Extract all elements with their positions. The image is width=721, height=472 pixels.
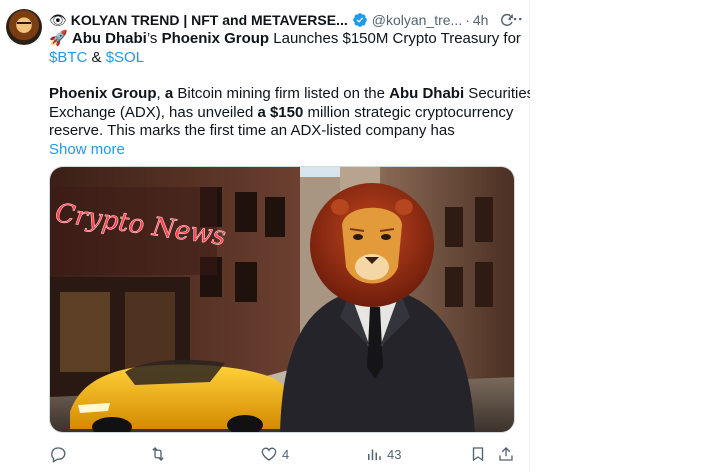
views-chart-icon: [368, 449, 381, 460]
views-count: 43: [387, 446, 402, 462]
para-bold-phoenix: Phoenix Group: [49, 85, 157, 102]
tweet-header: 👁 KOLYAN TREND | NFT and METAVERSE... @k…: [49, 10, 524, 30]
timestamp[interactable]: 4h: [473, 12, 489, 28]
bookmark-icon: [472, 447, 484, 462]
reply-icon: [51, 447, 66, 463]
eye-emoji: 👁: [49, 11, 67, 28]
para-line-1: Phoenix Group, a Bitcoin mining firm lis…: [49, 85, 534, 104]
para-line-3: reserve. This marks the first time an AD…: [49, 122, 455, 139]
headline-text: ’s: [146, 30, 162, 47]
display-name[interactable]: KOLYAN TREND | NFT and METAVERSE...: [71, 12, 348, 28]
para-line-2: Exchange (ADX), has unveiled a $150 mill…: [49, 104, 519, 123]
tweet-image[interactable]: Crypto News: [49, 166, 515, 433]
avatar[interactable]: [6, 9, 42, 45]
para-text: Exchange (ADX), has unveiled: [49, 103, 258, 121]
headline-text-rest: Launches $150M Crypto Treasury for: [269, 30, 521, 47]
like-button[interactable]: 4: [260, 444, 289, 464]
cashtag-sol[interactable]: $SOL: [106, 49, 144, 66]
like-count: 4: [282, 446, 290, 462]
cashtag-separator: &: [87, 48, 106, 66]
para-text: Securities: [464, 85, 535, 102]
cashtag-btc[interactable]: $BTC: [49, 49, 87, 66]
para-text: Bitcoin mining firm listed on the: [173, 85, 390, 102]
tweet-actions: 4 43: [49, 444, 519, 464]
empty-right-panel: [530, 0, 721, 472]
para-bold-amount: a $150: [257, 103, 304, 121]
rocket-emoji: 🚀: [49, 30, 68, 47]
neon-sign: Crypto News: [52, 187, 228, 275]
headline-line: 🚀 Abu Dhabi’s Phoenix Group Launches $15…: [49, 30, 521, 49]
user-handle[interactable]: @kolyan_tre...: [372, 12, 462, 28]
retweet-button[interactable]: [149, 444, 171, 464]
views-button[interactable]: 43: [365, 444, 401, 464]
share-icon: [499, 447, 513, 461]
show-more-link[interactable]: Show more: [49, 141, 519, 160]
headline-bold-phoenix: Phoenix Group: [161, 30, 270, 47]
retweet-icon: [152, 447, 164, 461]
headline-bold-abu-dhabi: Abu Dhabi: [71, 30, 147, 47]
para-bold-a: a: [164, 85, 174, 102]
reply-button[interactable]: [49, 444, 71, 464]
tweet-card[interactable]: 👁 KOLYAN TREND | NFT and METAVERSE... @k…: [0, 0, 534, 472]
heart-icon: [261, 447, 277, 461]
cashtags-line: $BTC & $SOL: [49, 49, 519, 68]
para-text: ,: [156, 85, 165, 102]
lion-street-illustration: Crypto News: [50, 167, 514, 432]
para-text: million strategic cryptocurrency: [303, 103, 514, 121]
bookmark-button[interactable]: [469, 444, 487, 464]
avatar-face: [17, 22, 31, 28]
para-bold-abu-dhabi: Abu Dhabi: [389, 85, 465, 102]
tweet-text: 🚀 Abu Dhabi’s Phoenix Group Launches $15…: [49, 30, 534, 160]
verified-badge-icon: [352, 12, 368, 28]
share-button[interactable]: [497, 444, 515, 464]
separator-dot: ·: [465, 12, 470, 28]
